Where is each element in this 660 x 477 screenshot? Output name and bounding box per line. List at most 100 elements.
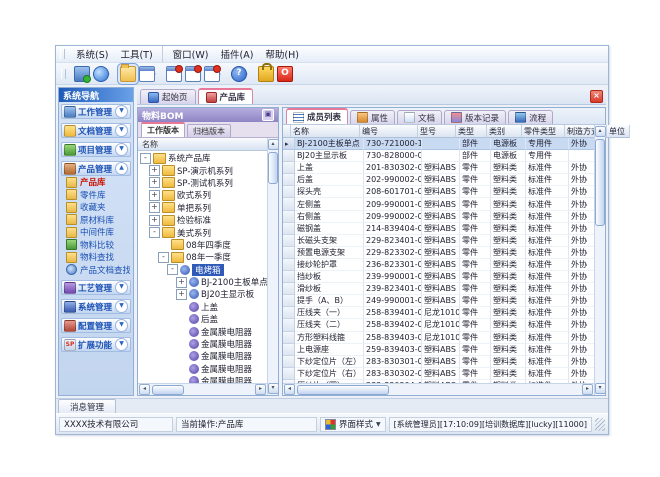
table-column-header[interactable]: 类型 bbox=[456, 125, 487, 138]
scroll-up-icon[interactable]: ▴ bbox=[595, 126, 606, 137]
document-tab[interactable]: 产品库 bbox=[198, 88, 254, 104]
tree-row[interactable]: + 检验标准 bbox=[138, 214, 267, 226]
table-column-header[interactable]: 编号 bbox=[360, 125, 418, 138]
document-tab[interactable]: 起始页 bbox=[140, 89, 196, 104]
member-tab[interactable]: 属性 bbox=[350, 110, 395, 124]
sidebar-item[interactable]: 物料比较 bbox=[61, 239, 131, 252]
table-row[interactable]: 下纱定位片（左） 283-830301-00X 塑料ABS 零件 塑料类 标准件… bbox=[283, 356, 594, 368]
menu-item[interactable]: 窗口(W) bbox=[167, 46, 215, 62]
sidebar-section-header[interactable]: 配置管理 ▼ bbox=[61, 318, 131, 333]
tree-row[interactable]: + SP-测试机系列 bbox=[138, 177, 267, 189]
chevron-icon[interactable]: ▼ bbox=[115, 281, 128, 294]
scroll-up-icon[interactable]: ▴ bbox=[268, 139, 279, 150]
sidebar-item[interactable]: 产品文档查找 bbox=[61, 264, 131, 277]
table-row[interactable]: 探头壳 208-601701-01X 塑料ABS 零件 塑料类 标准件 外协 条 bbox=[283, 186, 594, 198]
table-row[interactable]: 提手（A、B） 249-990001-01X 塑料ABS 零件 塑料类 标准件 … bbox=[283, 295, 594, 307]
chevron-icon[interactable]: ▼ bbox=[115, 124, 128, 137]
sidebar-section-header[interactable]: 文档管理 ▼ bbox=[61, 123, 131, 138]
member-tab[interactable]: 流程 bbox=[508, 110, 553, 124]
lock-icon[interactable] bbox=[258, 66, 274, 82]
menu-item[interactable]: 帮助(H) bbox=[259, 46, 305, 62]
table-row[interactable]: 滑纱板 239-823401-00X 塑料ABS 零件 塑料类 标准件 外协 条 bbox=[283, 283, 594, 295]
table-column-header[interactable]: 型号 bbox=[418, 125, 456, 138]
toolbar-grip[interactable] bbox=[61, 69, 66, 79]
tree-toggle[interactable]: - bbox=[149, 227, 160, 238]
scrollbar-thumb[interactable] bbox=[268, 152, 278, 184]
chevron-icon[interactable]: ▲ bbox=[115, 162, 128, 175]
chevron-icon[interactable]: ▼ bbox=[115, 338, 128, 351]
resize-grip[interactable] bbox=[595, 418, 605, 431]
table-row[interactable]: 下纱定位片（右） 283-830302-00X 塑料ABS 零件 塑料类 标准件… bbox=[283, 368, 594, 380]
scroll-left-icon[interactable]: ◂ bbox=[139, 384, 150, 395]
tree-toggle[interactable]: + bbox=[176, 289, 187, 300]
member-tab[interactable]: 文档 bbox=[397, 110, 442, 124]
scrollbar-thumb[interactable] bbox=[297, 385, 389, 395]
tree-toggle[interactable]: + bbox=[149, 215, 160, 226]
scroll-down-icon[interactable]: ▾ bbox=[268, 383, 279, 394]
menu-item[interactable]: 系统(S) bbox=[70, 46, 114, 62]
tree-toggle[interactable]: - bbox=[140, 153, 151, 164]
exit-icon[interactable] bbox=[277, 66, 293, 82]
table-vertical-scrollbar[interactable]: ▴ ▾ bbox=[594, 125, 605, 395]
scroll-down-icon[interactable]: ▾ bbox=[595, 383, 606, 394]
table-row[interactable]: 左侧盖 209-990001-01X 塑料ABS 零件 塑料类 标准件 外协 条 bbox=[283, 198, 594, 210]
version-tab[interactable]: 归档版本 bbox=[187, 124, 231, 137]
table-row[interactable]: 压线夹（一） 258-839401-00X 尼龙1010 零件 塑料类 标准件 … bbox=[283, 307, 594, 319]
version-tab[interactable]: 工作版本 bbox=[141, 122, 185, 137]
table-row[interactable]: 压线夹（二） 258-839402-00X 尼龙1010 零件 塑料类 标准件 … bbox=[283, 319, 594, 331]
table-row[interactable]: 上电源座 259-839403-00X 塑料ABS 零件 塑料类 标准件 外协 … bbox=[283, 344, 594, 356]
tree-toggle[interactable]: + bbox=[176, 277, 187, 288]
tree-toggle[interactable]: + bbox=[149, 190, 160, 201]
message-manager-tab[interactable]: 消息管理 bbox=[58, 399, 116, 413]
scroll-right-icon[interactable]: ▸ bbox=[255, 384, 266, 395]
table-row[interactable]: 上盖 201-830302-00X 塑料ABS 零件 塑料类 标准件 外协 条 bbox=[283, 162, 594, 174]
table-column-header[interactable]: 单位 bbox=[607, 125, 630, 138]
help-icon[interactable] bbox=[231, 66, 247, 82]
sidebar-section-header[interactable]: 工艺管理 ▼ bbox=[61, 280, 131, 295]
table-column-header[interactable]: 类别 bbox=[487, 125, 522, 138]
sidebar-item[interactable]: 物料查找 bbox=[61, 251, 131, 264]
tree-toggle[interactable]: + bbox=[149, 165, 160, 176]
table-column-header[interactable]: 零件类型 bbox=[522, 125, 565, 138]
tree-row[interactable]: 上盖 bbox=[138, 301, 267, 313]
scrollbar-thumb[interactable] bbox=[152, 385, 184, 395]
tree-column-header[interactable]: 名称 bbox=[138, 138, 267, 151]
tree-row[interactable]: + 欧式系列 bbox=[138, 189, 267, 201]
tree-row[interactable]: - 系统产品库 bbox=[138, 152, 267, 164]
table-row[interactable]: 接纱轮护罩 236-823301-00X 塑料ABS 零件 塑料类 标准件 外协… bbox=[283, 259, 594, 271]
scroll-left-icon[interactable]: ◂ bbox=[284, 384, 295, 395]
sidebar-section-header[interactable]: 工作管理 ▼ bbox=[61, 104, 131, 119]
table-column-header[interactable]: 名称 bbox=[291, 125, 360, 138]
table-row[interactable]: 磁钢盖 214-839404-01X 塑料ABS 零件 塑料类 标准件 外协 条 bbox=[283, 223, 594, 235]
scroll-right-icon[interactable]: ▸ bbox=[582, 384, 593, 395]
tree-row[interactable]: 后盖 bbox=[138, 313, 267, 325]
new-window-icon[interactable] bbox=[166, 66, 182, 82]
menubar-grip[interactable] bbox=[60, 49, 65, 59]
workstation-icon[interactable] bbox=[74, 66, 90, 82]
open-folder-icon[interactable] bbox=[120, 66, 136, 82]
tree-row[interactable]: 金属膜电阻器 bbox=[138, 363, 267, 375]
tree-row[interactable]: + BJ-2100主板单点 bbox=[138, 276, 267, 288]
tree-row[interactable]: 08年四季度 bbox=[138, 239, 267, 251]
ui-style-selector[interactable]: 界面样式 ▼ bbox=[320, 417, 386, 432]
member-tab[interactable]: 版本记录 bbox=[444, 110, 506, 124]
sidebar-section-header[interactable]: 系统管理 ▼ bbox=[61, 299, 131, 314]
close-tab-button[interactable]: × bbox=[590, 90, 603, 103]
tree-row[interactable]: - 电烤箱 bbox=[138, 264, 267, 276]
table-row[interactable]: 预置电源支架 229-823302-00X 塑料ABS 零件 塑料类 标准件 外… bbox=[283, 247, 594, 259]
pin-icon[interactable]: ▣ bbox=[262, 109, 274, 121]
tree-horizontal-scrollbar[interactable]: ◂ ▸ bbox=[138, 383, 267, 395]
close-window-icon[interactable] bbox=[185, 66, 201, 82]
sidebar-item[interactable]: 原材料库 bbox=[61, 214, 131, 227]
chevron-icon[interactable]: ▼ bbox=[115, 105, 128, 118]
scrollbar-thumb[interactable] bbox=[595, 139, 605, 226]
window-view-icon[interactable] bbox=[139, 66, 155, 82]
tree-row[interactable]: + BJ20主显示板 bbox=[138, 288, 267, 300]
menu-item[interactable]: 工具(T) bbox=[114, 46, 162, 62]
globe-icon[interactable] bbox=[93, 66, 109, 82]
cascade-window-icon[interactable] bbox=[204, 66, 220, 82]
table-row[interactable]: 长磁头支架 229-823401-00X 塑料ABS 零件 塑料类 标准件 外协… bbox=[283, 235, 594, 247]
chevron-icon[interactable]: ▼ bbox=[115, 319, 128, 332]
tree-toggle[interactable]: + bbox=[149, 202, 160, 213]
tree-row[interactable]: 金属膜电阻器 bbox=[138, 375, 267, 383]
